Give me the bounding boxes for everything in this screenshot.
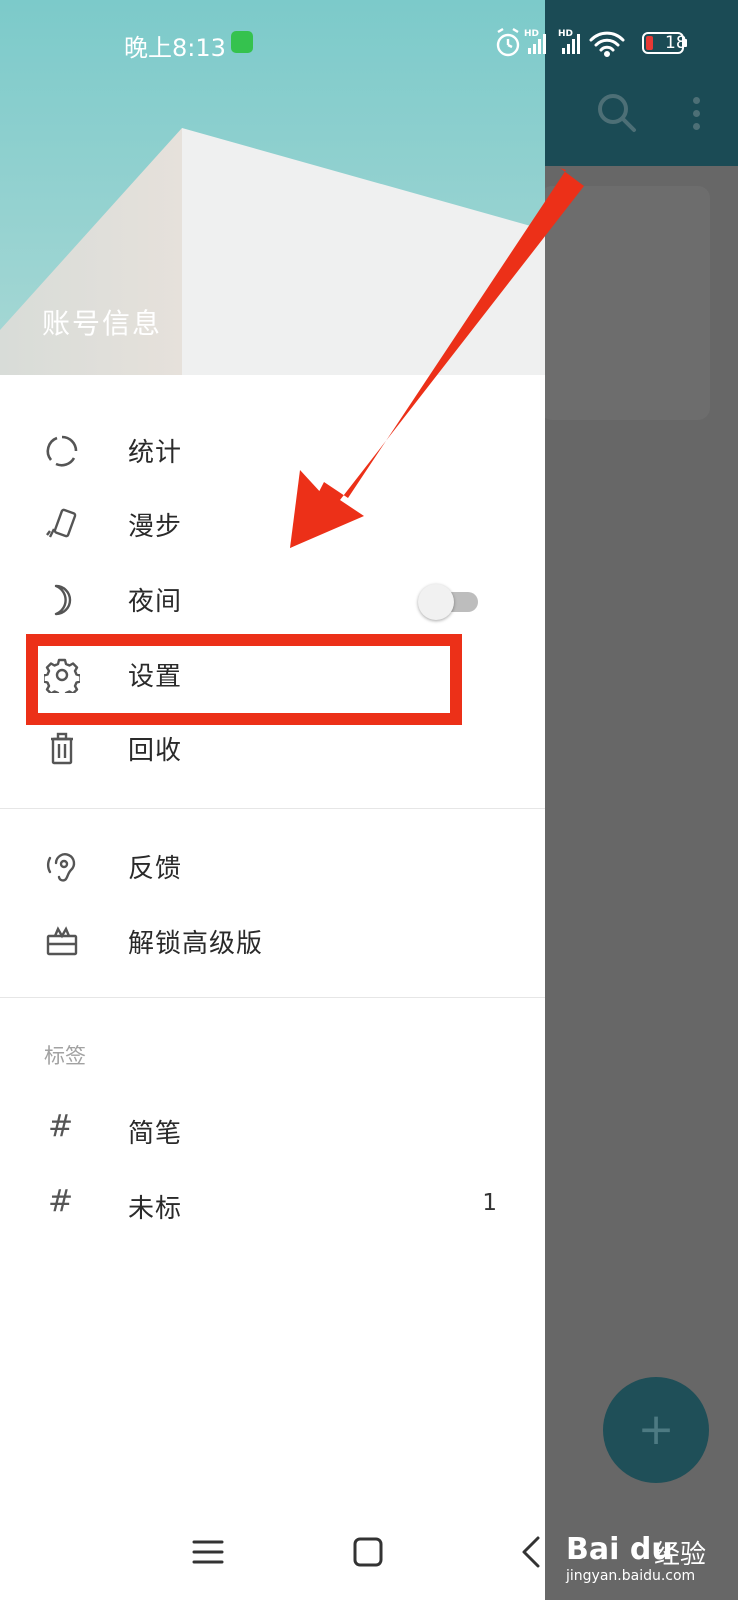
hash-icon: # (48, 1109, 74, 1144)
gift-icon (46, 926, 78, 956)
night-mode-toggle[interactable] (418, 584, 480, 620)
menu-label: 漫步 (128, 512, 183, 542)
menu-label: 夜间 (128, 587, 183, 617)
wander-icon (46, 508, 77, 538)
add-note-button[interactable]: + (603, 1377, 709, 1483)
stats-icon (46, 435, 78, 467)
app-notification-icon (231, 31, 253, 53)
menu-label: 反馈 (128, 854, 183, 884)
menu-item-wander[interactable]: 漫步 (0, 490, 545, 560)
tag-label: 简笔 (128, 1119, 183, 1149)
svg-text:HD: HD (524, 29, 539, 39)
svg-text:HD: HD (558, 29, 573, 39)
battery-level: 18 (665, 33, 687, 53)
divider (0, 808, 545, 809)
watermark-url: jingyan.baidu.com (566, 1568, 696, 1584)
back-nav-icon[interactable] (510, 1530, 554, 1574)
baidu-watermark: Bai du 经验 jingyan.baidu.com (566, 1520, 736, 1590)
tag-item[interactable]: # 未标 1 (0, 1172, 545, 1242)
watermark-suffix: 经验 (654, 1540, 707, 1570)
search-icon[interactable] (596, 92, 638, 134)
tag-count: 1 (482, 1190, 497, 1216)
menu-label: 统计 (128, 438, 183, 468)
divider (0, 997, 545, 998)
account-info-title: 账号信息 (42, 307, 163, 340)
menu-item-unlock-premium[interactable]: 解锁高级版 (0, 907, 545, 977)
status-bar: 晚上8:13 HD HD 18 (0, 0, 738, 86)
plus-icon: + (637, 1404, 675, 1455)
menu-label: 回收 (128, 736, 183, 766)
status-icons: HD HD (496, 27, 687, 57)
navigation-drawer: 账号信息 统计 漫步 夜间 设置 回收 反馈 解锁高级版 标签 # 简笔 # 未… (0, 0, 545, 1600)
hash-icon: # (48, 1184, 74, 1219)
toggle-thumb (418, 584, 454, 620)
menu-item-stats[interactable]: 统计 (0, 416, 545, 486)
status-time: 晚上8:13 (124, 34, 226, 62)
moon-icon (54, 584, 72, 616)
tag-label: 未标 (128, 1194, 183, 1224)
tag-item[interactable]: # 简笔 (0, 1097, 545, 1167)
wifi-icon (589, 31, 625, 57)
menu-nav-icon[interactable] (186, 1530, 230, 1574)
alarm-icon (496, 27, 520, 57)
note-card[interactable] (540, 186, 710, 420)
tags-section-label: 标签 (44, 1044, 86, 1068)
menu-label: 解锁高级版 (128, 929, 264, 959)
more-options-icon[interactable] (684, 94, 708, 134)
menu-item-feedback[interactable]: 反馈 (0, 832, 545, 902)
home-nav-icon[interactable] (346, 1530, 390, 1574)
trash-icon (51, 732, 73, 765)
ear-icon (47, 853, 76, 882)
highlight-box (26, 634, 462, 725)
